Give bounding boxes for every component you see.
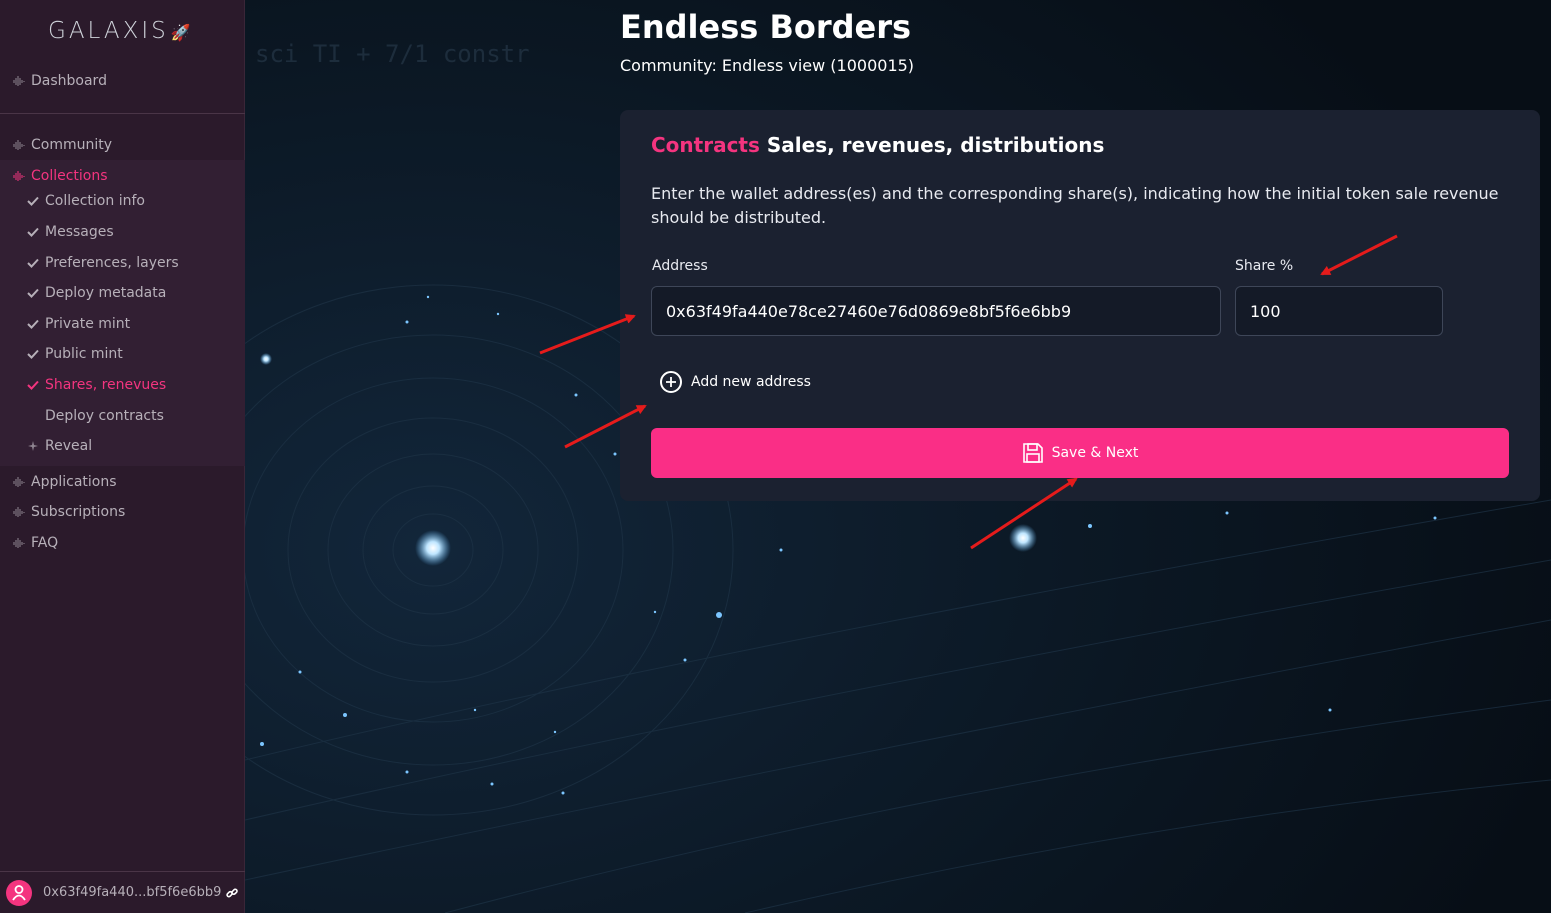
sidebar-item-label: Subscriptions — [31, 504, 126, 520]
sidebar-item-label: Community — [31, 137, 113, 153]
step-label: Deploy contracts — [45, 408, 164, 424]
card-title-accent: Contracts — [651, 133, 760, 157]
step-messages[interactable]: Messages — [0, 219, 245, 245]
sidebar-item-faq[interactable]: FAQ — [0, 530, 245, 556]
sidebar-item-label: Applications — [31, 474, 117, 490]
check-icon — [25, 227, 41, 237]
check-icon — [25, 196, 41, 206]
step-label: Preferences, layers — [45, 255, 179, 271]
check-icon — [25, 349, 41, 359]
step-reveal[interactable]: Reveal — [0, 433, 245, 459]
sidebar-divider — [0, 113, 245, 114]
step-deploy-metadata[interactable]: Deploy metadata — [0, 280, 245, 306]
step-deploy-contracts[interactable]: Deploy contracts — [0, 403, 245, 429]
sidebar-item-subscriptions[interactable]: Subscriptions — [0, 499, 245, 525]
plus-circle-icon — [660, 371, 682, 393]
sidebar: GALAXIS 🚀 Dashboard Community Collections… — [0, 0, 245, 913]
step-public-mint[interactable]: Public mint — [0, 341, 245, 367]
card-title-rest: Sales, revenues, distributions — [766, 133, 1105, 157]
add-address-button[interactable]: Add new address — [660, 370, 811, 394]
share-label: Share % — [1235, 258, 1294, 274]
step-label: Reveal — [45, 438, 93, 454]
add-address-label: Add new address — [691, 374, 811, 390]
step-private-mint[interactable]: Private mint — [0, 311, 245, 337]
wallet-address: 0x63f49fa440...bf5f6e6bb9 — [43, 885, 222, 900]
sidebar-item-label: Dashboard — [31, 73, 107, 89]
wallet-account[interactable]: 0x63f49fa440...bf5f6e6bb9 — [0, 871, 245, 913]
step-preferences-layers[interactable]: Preferences, layers — [0, 250, 245, 276]
step-label: Public mint — [45, 346, 123, 362]
pulse-icon — [11, 476, 27, 488]
pulse-icon — [11, 506, 27, 518]
svg-text:sci TI + 7/1 constr: sci TI + 7/1 constr — [255, 40, 530, 68]
sidebar-item-applications[interactable]: Applications — [0, 469, 245, 495]
address-input[interactable] — [651, 286, 1221, 336]
sidebar-item-label: FAQ — [31, 535, 59, 551]
pulse-icon — [11, 75, 27, 87]
astronaut-icon: 🚀 — [170, 23, 194, 42]
galaxis-logo[interactable]: GALAXIS 🚀 — [48, 18, 194, 44]
step-collection-info[interactable]: Collection info — [0, 188, 245, 214]
floppy-disk-icon — [1022, 442, 1044, 464]
sparkle-icon — [25, 441, 41, 451]
pulse-icon — [11, 537, 27, 549]
sidebar-item-community[interactable]: Community — [0, 132, 245, 158]
card-description: Enter the wallet address(es) and the cor… — [651, 184, 1499, 227]
check-icon — [25, 288, 41, 298]
check-icon — [25, 380, 41, 390]
address-label: Address — [652, 258, 708, 274]
step-shares-revenues[interactable]: Shares, renevues — [0, 372, 245, 398]
sidebar-item-dashboard[interactable]: Dashboard — [0, 68, 245, 94]
card-title: Contracts Sales, revenues, distributions — [651, 133, 1104, 157]
pulse-icon — [11, 170, 27, 182]
check-icon — [25, 258, 41, 268]
community-subtitle: Community: Endless view (1000015) — [620, 56, 915, 75]
pulse-icon — [11, 139, 27, 151]
share-input[interactable] — [1235, 286, 1443, 336]
step-label: Private mint — [45, 316, 131, 332]
step-label: Shares, renevues — [45, 377, 167, 393]
sidebar-item-collections[interactable]: Collections — [0, 163, 245, 189]
step-label: Collection info — [45, 193, 145, 209]
page-title: Endless Borders — [620, 8, 912, 46]
step-label: Messages — [45, 224, 114, 240]
save-next-button[interactable]: Save & Next — [651, 428, 1509, 478]
link-icon[interactable] — [226, 887, 239, 899]
shares-card: Contracts Sales, revenues, distributions… — [620, 110, 1540, 501]
avatar — [6, 879, 32, 906]
step-label: Deploy metadata — [45, 285, 167, 301]
check-icon — [25, 319, 41, 329]
save-next-label: Save & Next — [1051, 445, 1139, 461]
sidebar-item-label: Collections — [31, 168, 108, 184]
